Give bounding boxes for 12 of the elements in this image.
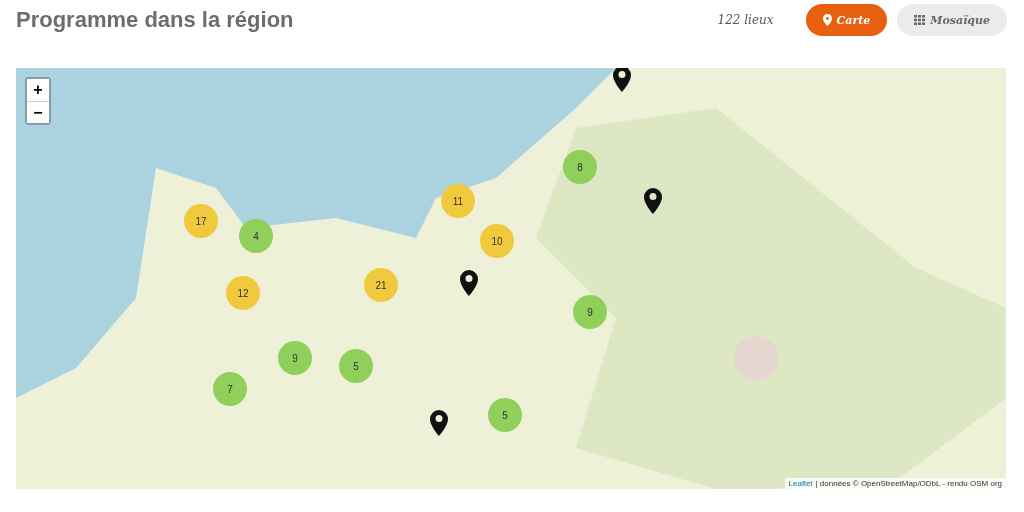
map-pin-icon[interactable] bbox=[613, 68, 631, 92]
grid-icon bbox=[914, 15, 926, 25]
place-count: 122 lieux bbox=[717, 13, 774, 27]
page-title: Programme dans la région bbox=[16, 7, 295, 33]
map-pin-icon[interactable] bbox=[460, 270, 478, 296]
map-attribution: | données © OpenStreetMap/ODbL - rendu OSM org bbox=[815, 479, 1002, 488]
zoom-out-button[interactable]: − bbox=[27, 101, 49, 123]
pin-icon bbox=[822, 14, 832, 26]
map-pin-icon[interactable] bbox=[430, 410, 448, 436]
view-toggle-button[interactable]: Mosaïque bbox=[897, 4, 1007, 36]
map-pin-icon[interactable] bbox=[644, 188, 662, 214]
leaflet-link[interactable]: Leaflet bbox=[788, 479, 813, 488]
